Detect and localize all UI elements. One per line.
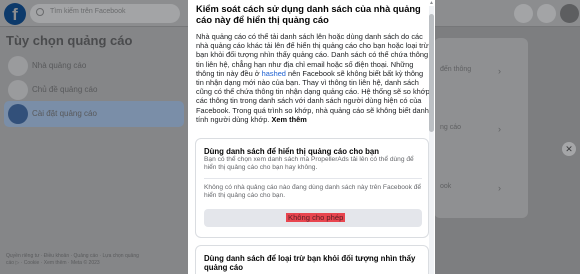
scrollbar-thumb[interactable] [429, 14, 434, 132]
background-text: đến thông [440, 66, 472, 73]
search-icon [36, 8, 44, 16]
background-text: ook [440, 183, 452, 190]
sidebar-item-advertisers[interactable]: Nhà quảng cáo [4, 53, 184, 79]
sidebar-item-label: Chủ đề quảng cáo [32, 85, 98, 94]
dialog-title: Kiểm soát cách sử dụng danh sách của nhà… [196, 4, 421, 25]
settings-icon [8, 104, 28, 124]
account-avatar[interactable] [560, 4, 579, 23]
search-input[interactable]: Tìm kiếm trên Facebook [30, 4, 180, 23]
disallow-button[interactable]: Không cho phép [204, 209, 422, 227]
sidebar-item-label: Cài đặt quảng cáo [32, 109, 97, 118]
sidebar-item-ad-topics[interactable]: Chủ đề quảng cáo [4, 77, 184, 103]
dialog-scrollbar[interactable] [429, 6, 434, 274]
chevron-right-icon: › [498, 183, 501, 193]
hashed-link[interactable]: hashed [262, 69, 286, 78]
chevron-right-icon: › [498, 66, 501, 76]
search-placeholder: Tìm kiếm trên Facebook [50, 8, 126, 15]
see-more-link[interactable]: Xem thêm [271, 115, 306, 124]
advertiser-icon [8, 56, 28, 76]
background-text: ng cáo [440, 124, 462, 131]
ad-list-control-dialog: Kiểm soát cách sử dụng danh sách của nhà… [188, 0, 435, 274]
menu-icon[interactable] [514, 4, 533, 23]
close-icon[interactable]: ✕ [562, 142, 576, 156]
disallow-button-label: Không cho phép [286, 213, 346, 222]
card-title: Dùng danh sách để loại trừ bạn khỏi đối … [204, 254, 416, 272]
sidebar-title: Tùy chọn quảng cáo [6, 33, 133, 48]
sidebar-footer-links[interactable]: Quyền riêng tư · Điều khoản · Quảng cáo … [6, 253, 146, 267]
exclude-audience-setting-card[interactable]: Dùng danh sách để loại trừ bạn khỏi đối … [195, 245, 429, 274]
notifications-icon[interactable] [537, 4, 556, 23]
card-title: Dùng danh sách để hiển thị quảng cáo cho… [204, 147, 380, 156]
facebook-logo-icon[interactable]: f [4, 3, 26, 25]
card-note: Không có nhà quảng cáo nào đang dùng dan… [204, 184, 422, 200]
sidebar-item-ad-settings[interactable]: Cài đặt quảng cáo [4, 101, 184, 127]
show-ads-setting-card: Dùng danh sách để hiển thị quảng cáo cho… [195, 138, 429, 238]
dialog-description: Nhà quảng cáo có thể tải danh sách lên h… [196, 32, 430, 124]
topics-icon [8, 80, 28, 100]
card-subtitle: Bạn có thể chọn xem danh sách mà Propell… [204, 156, 414, 172]
sidebar-item-label: Nhà quảng cáo [32, 61, 87, 70]
chevron-right-icon: › [498, 124, 501, 134]
divider [204, 178, 422, 179]
